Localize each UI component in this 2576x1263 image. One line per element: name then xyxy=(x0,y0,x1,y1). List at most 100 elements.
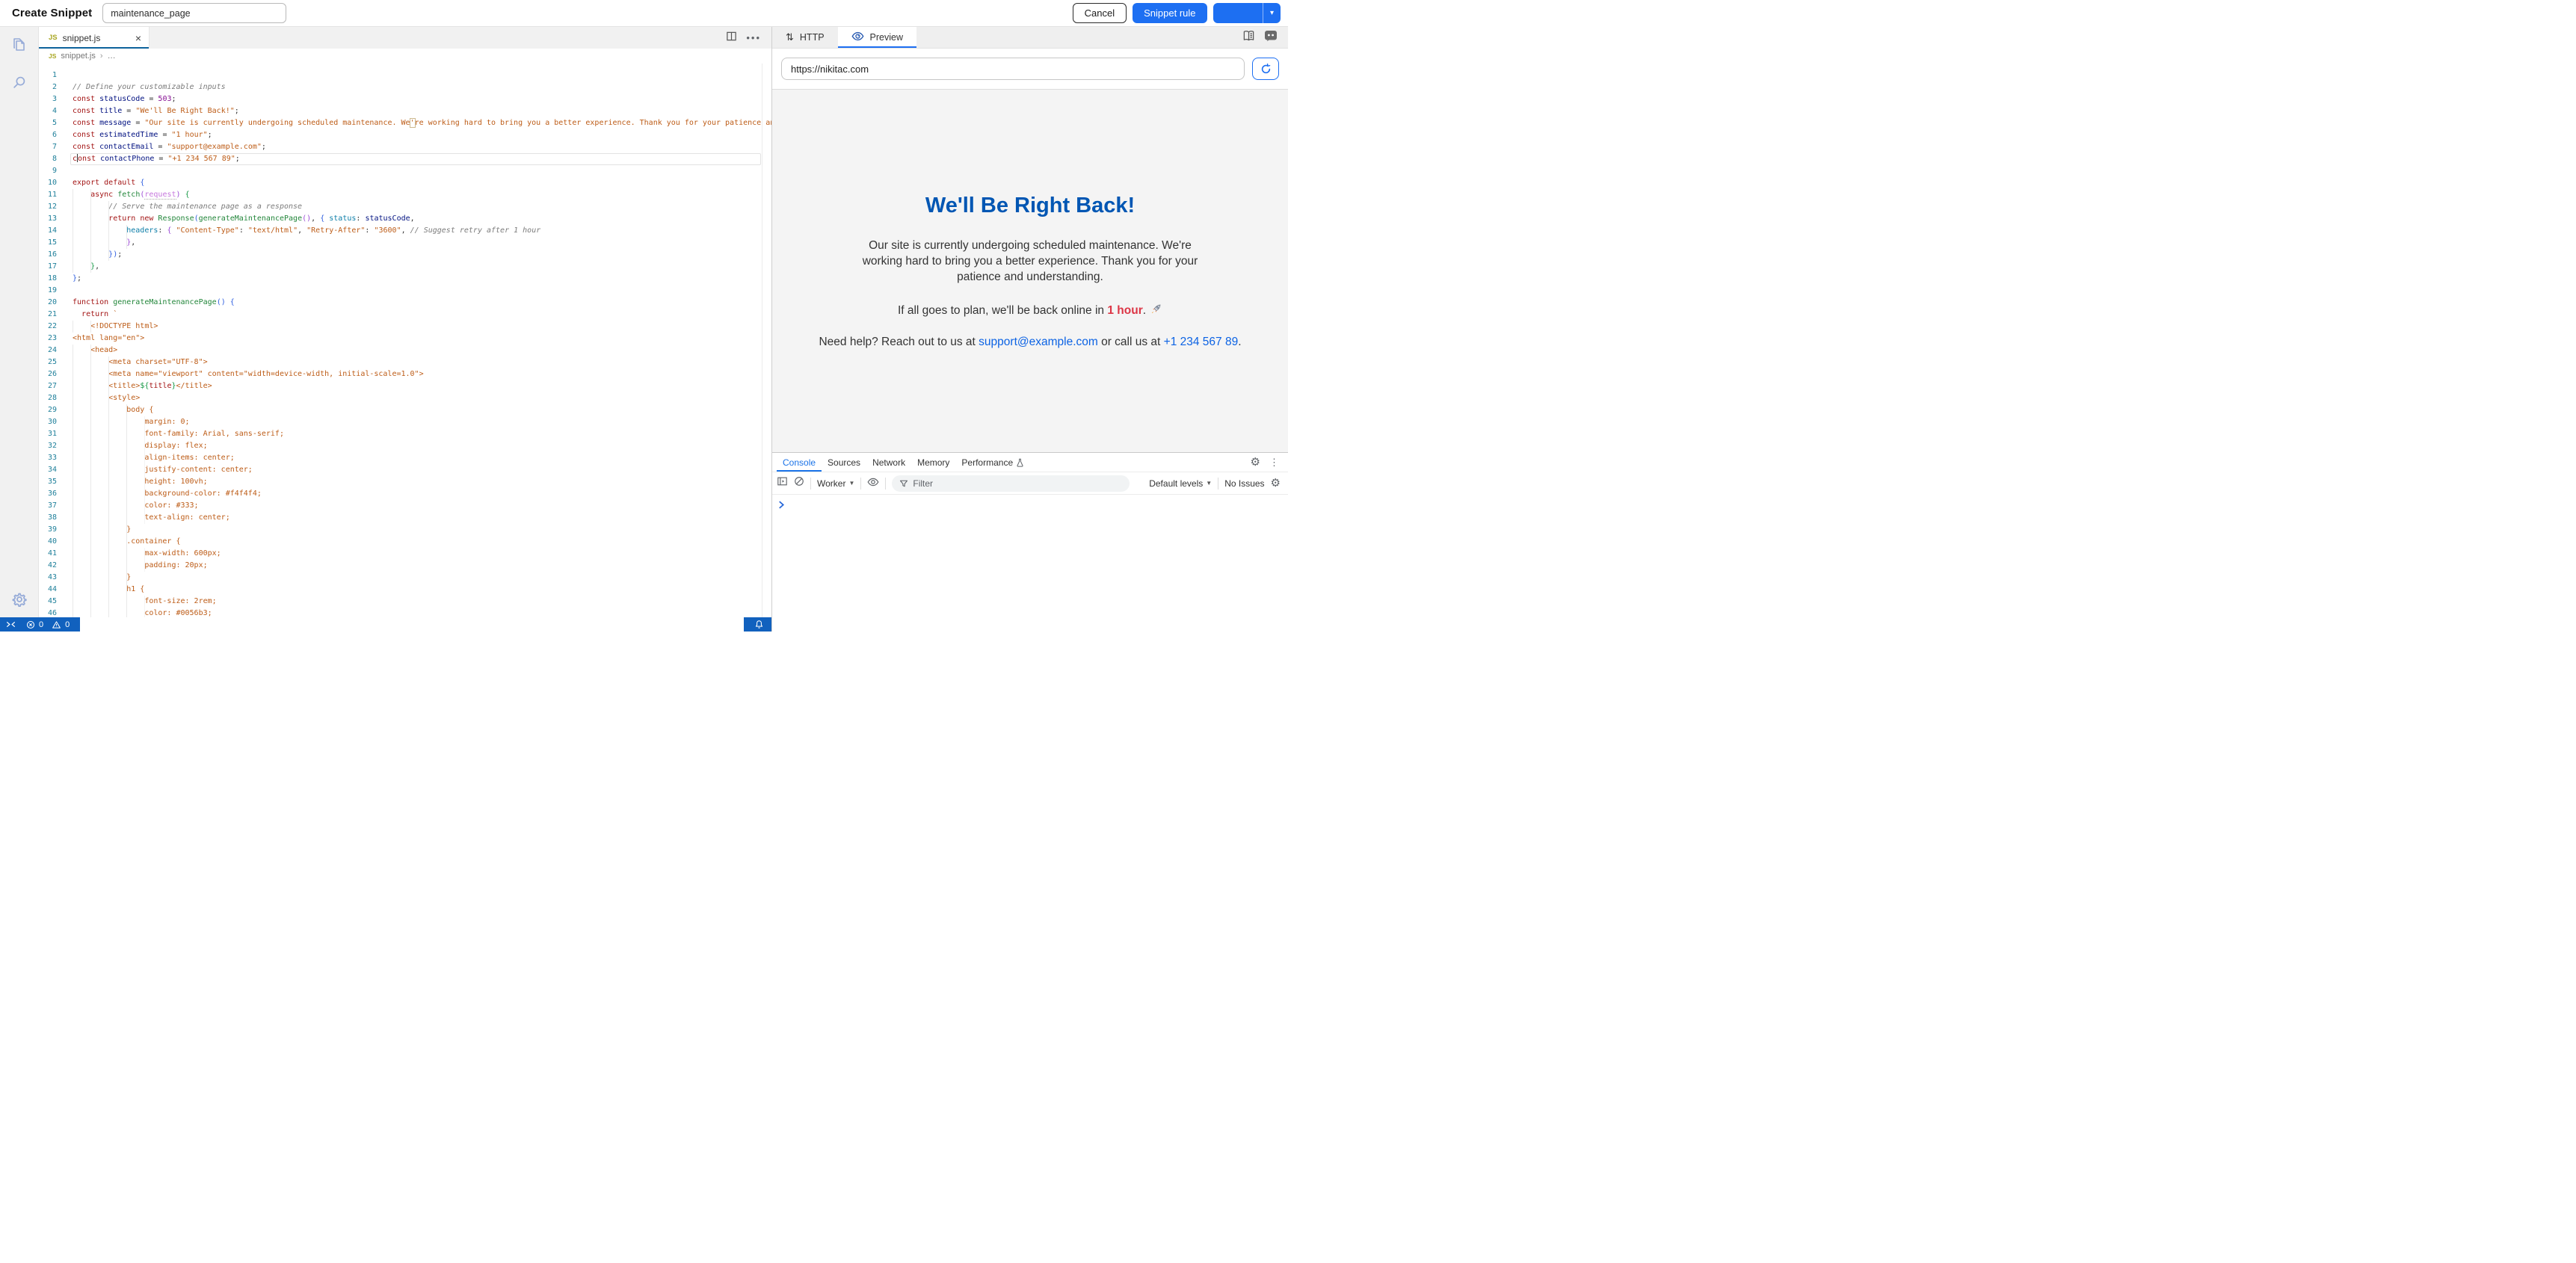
support-email-link[interactable]: support@example.com xyxy=(979,336,1098,348)
code-line[interactable]: 38 text-align: center; xyxy=(39,512,771,524)
line-number[interactable]: 8 xyxy=(39,153,57,165)
code-line[interactable]: 34 justify-content: center; xyxy=(39,464,771,476)
line-number[interactable]: 36 xyxy=(39,488,57,500)
line-number[interactable]: 34 xyxy=(39,464,57,476)
line-number[interactable]: 32 xyxy=(39,440,57,452)
code-line[interactable]: 36 background-color: #f4f4f4; xyxy=(39,488,771,500)
gear-icon[interactable] xyxy=(10,590,28,608)
line-number[interactable]: 23 xyxy=(39,333,57,345)
live-expression-eye-icon[interactable] xyxy=(867,477,879,490)
line-number[interactable]: 39 xyxy=(39,524,57,536)
line-number[interactable]: 12 xyxy=(39,201,57,213)
line-number[interactable]: 13 xyxy=(39,213,57,225)
line-number[interactable]: 11 xyxy=(39,189,57,201)
line-number[interactable]: 15 xyxy=(39,237,57,249)
code-line[interactable]: 18}; xyxy=(39,273,771,285)
console-tab-console[interactable]: Console xyxy=(777,453,822,472)
files-icon[interactable] xyxy=(10,36,28,54)
line-number[interactable]: 40 xyxy=(39,536,57,548)
discord-icon[interactable] xyxy=(1264,30,1278,46)
code-line[interactable]: 15 }, xyxy=(39,237,771,249)
line-number[interactable]: 43 xyxy=(39,572,57,584)
code-line[interactable]: 39 } xyxy=(39,524,771,536)
line-number[interactable]: 1 xyxy=(39,70,57,81)
code-line[interactable]: 33 align-items: center; xyxy=(39,452,771,464)
notifications-bell-icon[interactable] xyxy=(754,620,764,629)
code-line[interactable]: 21 return ` xyxy=(39,309,771,321)
deploy-dropdown-button[interactable]: ▾ xyxy=(1263,3,1281,23)
line-number[interactable]: 38 xyxy=(39,512,57,524)
code-line[interactable]: 37 color: #333; xyxy=(39,500,771,512)
tab-snippet-js[interactable]: JS snippet.js × xyxy=(39,27,150,49)
line-number[interactable]: 6 xyxy=(39,129,57,141)
devtools-settings-gear-icon[interactable]: ⚙ xyxy=(1251,457,1260,468)
line-number[interactable]: 28 xyxy=(39,392,57,404)
code-line[interactable]: 31 font-family: Arial, sans-serif; xyxy=(39,428,771,440)
console-prompt-row[interactable] xyxy=(772,495,1288,509)
code-line[interactable]: 28 <style> xyxy=(39,392,771,404)
snippet-rule-button[interactable]: Snippet rule xyxy=(1133,3,1207,23)
cancel-button[interactable]: Cancel xyxy=(1073,3,1127,23)
code-line[interactable]: 32 display: flex; xyxy=(39,440,771,452)
code-line[interactable]: 45 font-size: 2rem; xyxy=(39,596,771,608)
console-tab-memory[interactable]: Memory xyxy=(911,453,955,472)
line-number[interactable]: 3 xyxy=(39,93,57,105)
console-filter-input[interactable]: Filter xyxy=(892,475,1130,492)
line-number[interactable]: 4 xyxy=(39,105,57,117)
code-line[interactable]: 2// Define your customizable inputs xyxy=(39,81,771,93)
search-icon[interactable] xyxy=(10,73,28,91)
code-line[interactable]: 16 }); xyxy=(39,249,771,261)
code-line[interactable]: 10export default { xyxy=(39,177,771,189)
log-levels-select[interactable]: Default levels▼ xyxy=(1149,478,1212,489)
line-number[interactable]: 19 xyxy=(39,285,57,297)
refresh-button[interactable] xyxy=(1252,58,1279,80)
line-number[interactable]: 37 xyxy=(39,500,57,512)
devtools-kebab-menu-icon[interactable]: ⋮ xyxy=(1269,457,1279,469)
status-item-2[interactable]: UTF-8 xyxy=(401,620,424,629)
code-line[interactable]: 42 padding: 20px; xyxy=(39,560,771,572)
line-number[interactable]: 35 xyxy=(39,476,57,488)
code-line[interactable]: 22 <!DOCTYPE html> xyxy=(39,321,771,333)
line-number[interactable]: 16 xyxy=(39,249,57,261)
url-input[interactable] xyxy=(781,58,1245,80)
code-editor[interactable]: 12// Define your customizable inputs3con… xyxy=(39,64,771,617)
breadcrumb-more[interactable]: … xyxy=(108,52,116,61)
line-number[interactable]: 18 xyxy=(39,273,57,285)
console-sidebar-toggle-icon[interactable] xyxy=(777,476,788,490)
code-line[interactable]: 3const statusCode = 503; xyxy=(39,93,771,105)
line-number[interactable]: 5 xyxy=(39,117,57,129)
code-line[interactable]: 14 headers: { "Content-Type": "text/html… xyxy=(39,225,771,237)
code-line[interactable]: 30 margin: 0; xyxy=(39,416,771,428)
code-line[interactable]: 35 height: 100vh; xyxy=(39,476,771,488)
line-number[interactable]: 33 xyxy=(39,452,57,464)
line-number[interactable]: 20 xyxy=(39,297,57,309)
phone-link[interactable]: +1 234 567 89 xyxy=(1164,336,1239,348)
code-line[interactable]: 46 color: #0056b3; xyxy=(39,608,771,617)
console-settings-gear-icon[interactable]: ⚙ xyxy=(1271,478,1281,489)
tab-http[interactable]: ⇅ HTTP xyxy=(772,27,838,48)
code-line[interactable]: 23<html lang="en"> xyxy=(39,333,771,345)
line-number[interactable]: 45 xyxy=(39,596,57,608)
code-line[interactable]: 8const contactPhone = "+1 234 567 89"; xyxy=(39,153,771,165)
line-number[interactable]: 24 xyxy=(39,345,57,356)
code-line[interactable]: 9 xyxy=(39,165,771,177)
code-line[interactable]: 27 <title>${title}</title> xyxy=(39,380,771,392)
line-number[interactable]: 26 xyxy=(39,368,57,380)
console-tab-performance[interactable]: Performance xyxy=(955,453,1030,472)
code-line[interactable]: 20function generateMaintenancePage() { xyxy=(39,297,771,309)
console-tab-sources[interactable]: Sources xyxy=(822,453,866,472)
code-line[interactable]: 5const message = "Our site is currently … xyxy=(39,117,771,129)
line-number[interactable]: 14 xyxy=(39,225,57,237)
code-line[interactable]: 29 body { xyxy=(39,404,771,416)
code-line[interactable]: 1 xyxy=(39,70,771,81)
code-line[interactable]: 25 <meta charset="UTF-8"> xyxy=(39,356,771,368)
line-number[interactable]: 27 xyxy=(39,380,57,392)
code-line[interactable]: 4const title = "We'll Be Right Back!"; xyxy=(39,105,771,117)
clear-console-icon[interactable] xyxy=(794,476,804,490)
line-number[interactable]: 17 xyxy=(39,261,57,273)
code-line[interactable]: 13 return new Response(generateMaintenan… xyxy=(39,213,771,225)
breadcrumb[interactable]: JS snippet.js › … xyxy=(39,49,771,64)
code-line[interactable]: 17 }, xyxy=(39,261,771,273)
line-number[interactable]: 31 xyxy=(39,428,57,440)
split-editor-icon[interactable] xyxy=(726,31,737,46)
